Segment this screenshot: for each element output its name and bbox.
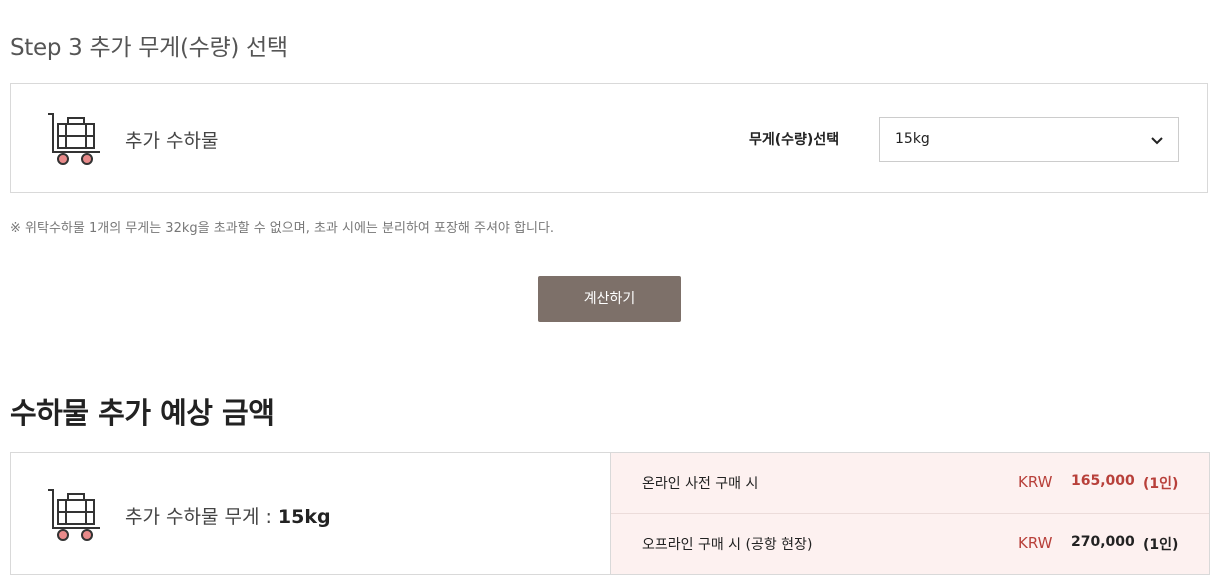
- estimate-box: 추가 수하물 무게 : 15kg 온라인 사전 구매 시 KRW 165,000…: [10, 452, 1210, 575]
- price-row-title: 오프라인 구매 시 (공항 현장): [642, 537, 813, 553]
- luggage-cart-icon: [48, 113, 100, 165]
- price-row-online: 온라인 사전 구매 시 KRW 165,000 (1인): [611, 453, 1209, 514]
- price-per-person: (1인): [1143, 476, 1179, 492]
- extra-weight-value: 15kg: [277, 506, 331, 528]
- extra-weight-summary: 추가 수하물 무게 : 15kg: [125, 502, 331, 529]
- estimate-section-title: 수하물 추가 예상 금액: [10, 396, 275, 430]
- weight-selection-box: 추가 수하물 무게(수량)선택 15kg: [10, 83, 1208, 193]
- price-currency: KRW: [1018, 534, 1053, 552]
- price-row-title: 온라인 사전 구매 시: [642, 476, 759, 492]
- price-panel: 온라인 사전 구매 시 KRW 165,000 (1인) 오프라인 구매 시 (…: [610, 453, 1209, 574]
- price-amount: 165,000: [1071, 473, 1135, 489]
- weight-select-label: 무게(수량)선택: [749, 132, 840, 148]
- step-title: Step 3 추가 무게(수량) 선택: [10, 35, 288, 61]
- price-row-offline: 오프라인 구매 시 (공항 현장) KRW 270,000 (1인): [611, 514, 1209, 574]
- calculate-button[interactable]: 계산하기: [538, 276, 681, 322]
- weight-notice: ※ 위탁수하물 1개의 무게는 32kg을 초과할 수 없으며, 초과 시에는 …: [10, 221, 555, 236]
- price-per-person: (1인): [1143, 537, 1179, 553]
- weight-select-value: 15kg: [895, 131, 930, 147]
- chevron-down-icon: [1151, 137, 1163, 145]
- price-amount: 270,000: [1071, 534, 1135, 550]
- price-currency: KRW: [1018, 473, 1053, 491]
- extra-baggage-label: 추가 수하물: [125, 130, 219, 152]
- extra-weight-label: 추가 수하물 무게 :: [125, 506, 278, 528]
- weight-select-dropdown[interactable]: 15kg: [879, 117, 1179, 162]
- luggage-cart-icon: [48, 489, 100, 541]
